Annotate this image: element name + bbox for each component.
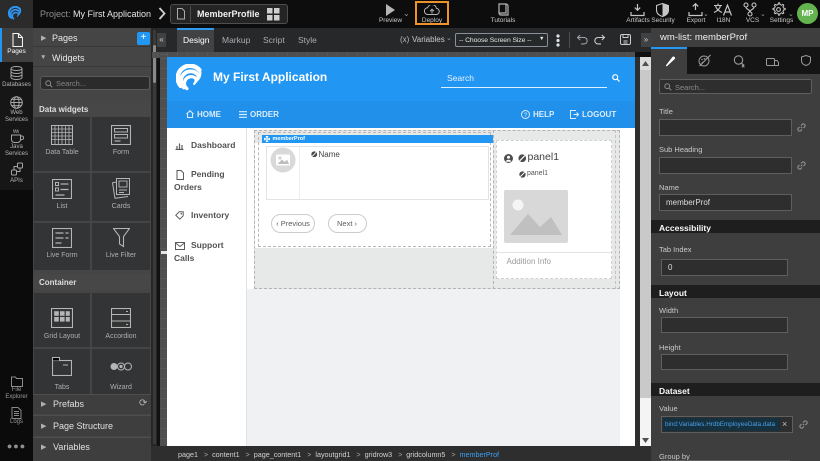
- svg-text:?: ?: [524, 112, 528, 119]
